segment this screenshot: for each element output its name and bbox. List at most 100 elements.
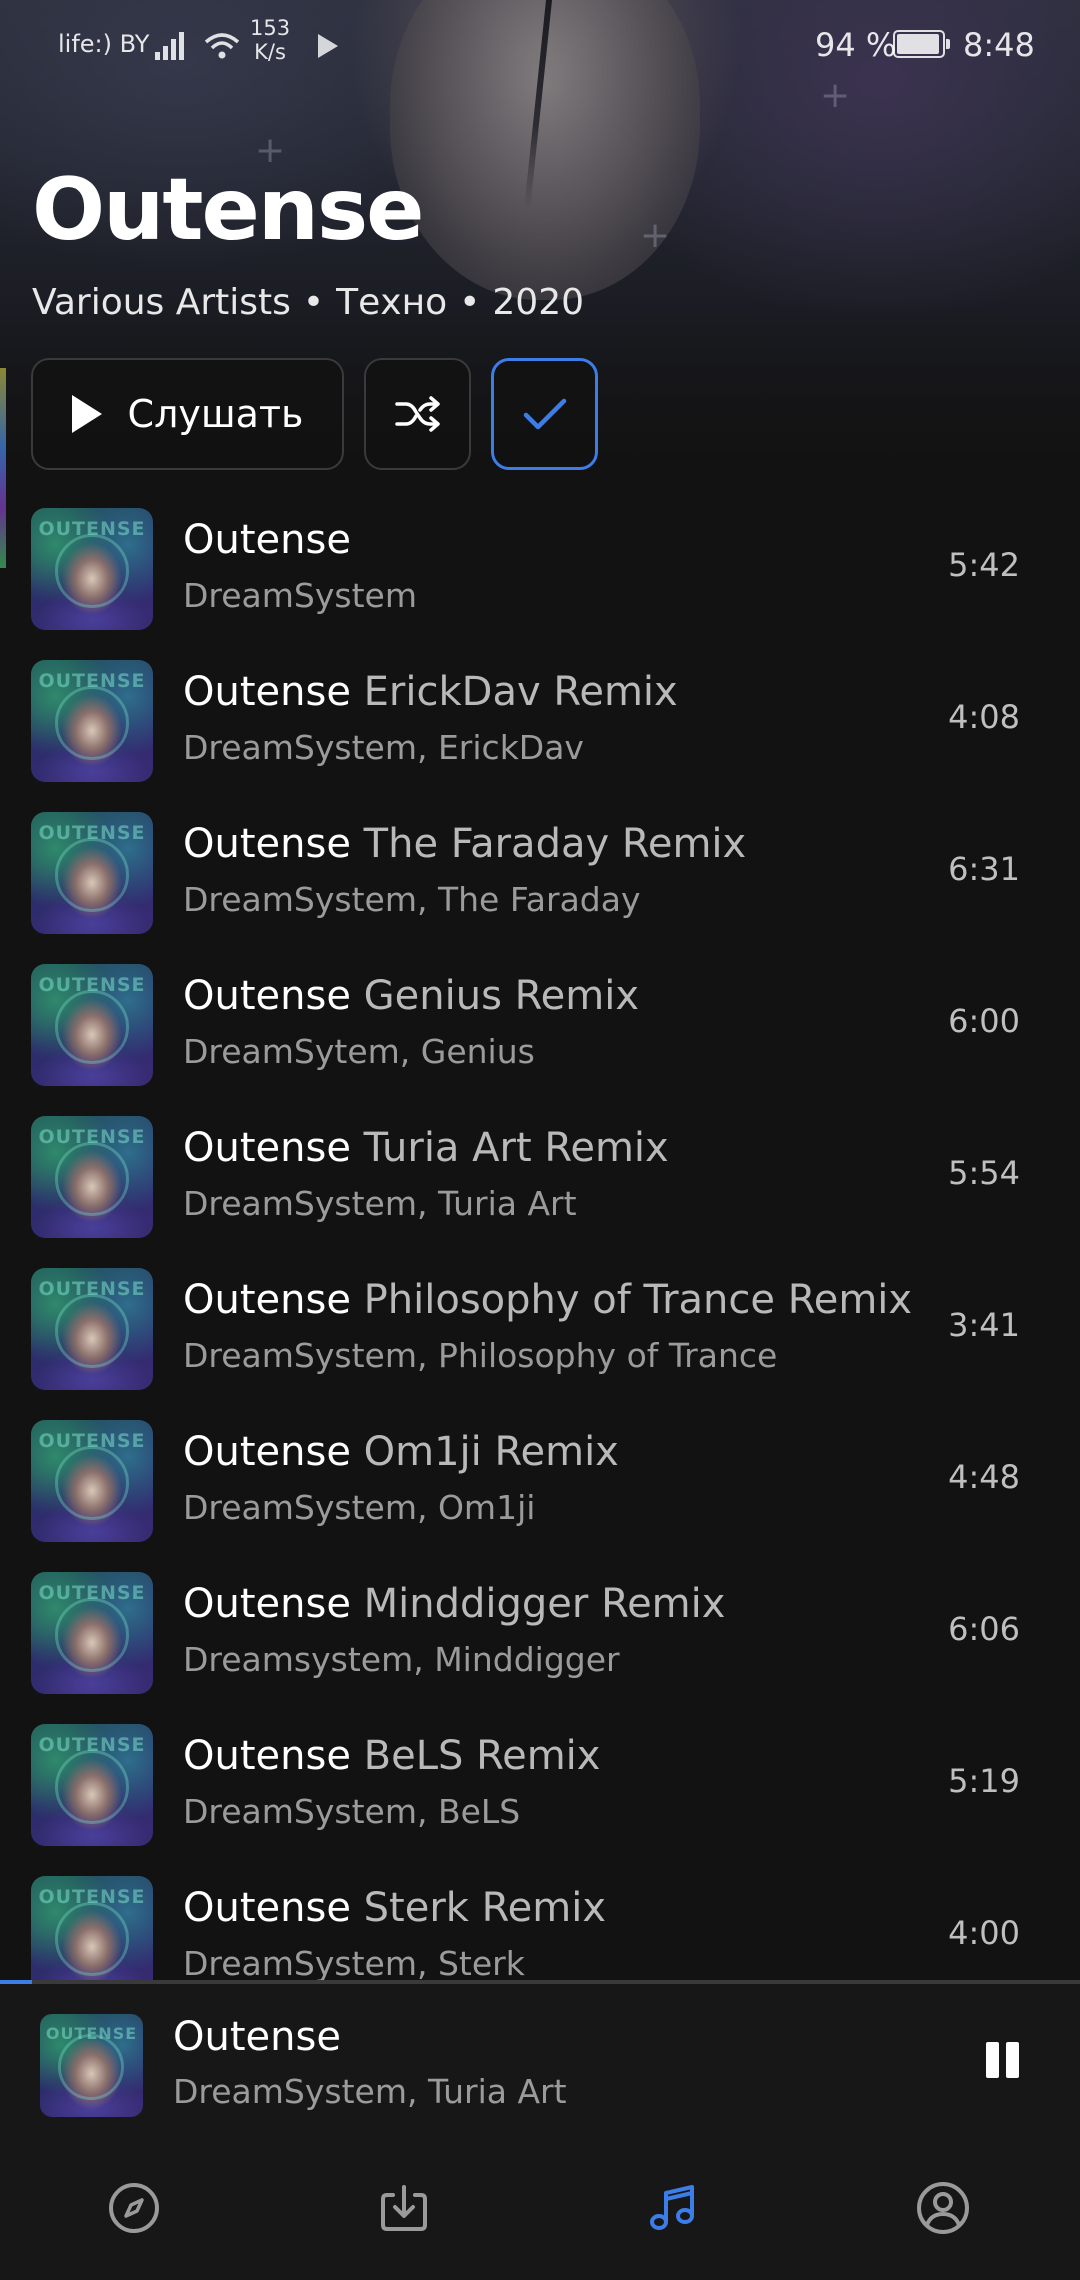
track-duration: 4:48: [948, 1458, 1020, 1496]
track-artist: DreamSytem, Genius: [183, 1032, 535, 1071]
track-artist: DreamSystem, Turia Art: [183, 1184, 577, 1223]
track-title: Outense Sterk Remix: [183, 1882, 606, 1934]
pause-button[interactable]: [978, 2034, 1028, 2090]
wifi-icon: [204, 33, 240, 59]
now-playing-artist: DreamSystem, Turia Art: [173, 2072, 567, 2111]
track-remix: Genius Remix: [363, 973, 639, 1019]
track-title: Outense Turia Art Remix: [183, 1122, 669, 1174]
nav-explore[interactable]: [84, 2158, 184, 2258]
track-row[interactable]: OUTENSE Outense Minddigger Remix Dreamsy…: [0, 1568, 1080, 1720]
track-remix: ErickDav Remix: [363, 669, 678, 715]
track-name: Outense: [183, 1581, 351, 1627]
track-list: OUTENSE Outense DreamSystem 5:42 OUTENSE…: [0, 500, 1080, 1983]
track-row[interactable]: OUTENSE Outense DreamSystem 5:42: [0, 504, 1080, 656]
track-remix: Sterk Remix: [363, 1885, 607, 1931]
track-remix: Turia Art Remix: [363, 1125, 669, 1171]
track-artist: DreamSystem, BeLS: [183, 1792, 521, 1831]
track-title: Outense BeLS Remix: [183, 1730, 600, 1782]
track-name: Outense: [183, 517, 351, 563]
track-remix: Om1ji Remix: [363, 1429, 619, 1475]
track-duration: 4:08: [948, 698, 1020, 736]
track-cover-art: OUTENSE: [31, 1724, 153, 1846]
album-artist[interactable]: Various Artists: [32, 282, 291, 323]
track-name: Outense: [183, 1277, 351, 1323]
nav-music[interactable]: [623, 2158, 723, 2258]
track-name: Outense: [183, 1733, 351, 1779]
track-remix: Minddigger Remix: [363, 1581, 726, 1627]
download-icon: [381, 2185, 427, 2231]
music-note-icon: [650, 2185, 694, 2230]
track-duration: 5:42: [948, 546, 1020, 584]
track-artist: DreamSystem, Philosophy of Trance: [183, 1336, 778, 1375]
track-remix: Philosophy of Trance Remix: [363, 1277, 913, 1323]
track-duration: 6:00: [948, 1002, 1020, 1040]
track-row[interactable]: OUTENSE Outense The Faraday Remix DreamS…: [0, 808, 1080, 960]
track-title: Outense ErickDav Remix: [183, 666, 678, 718]
track-duration: 5:19: [948, 1762, 1020, 1800]
now-playing-cover-art: OUTENSE: [40, 2014, 143, 2117]
track-row[interactable]: OUTENSE Outense Philosophy of Trance Rem…: [0, 1264, 1080, 1416]
shuffle-icon: [394, 396, 440, 432]
listen-button-label: Слушать: [127, 392, 304, 436]
track-row[interactable]: OUTENSE Outense Turia Art Remix DreamSys…: [0, 1112, 1080, 1264]
nav-profile[interactable]: [893, 2158, 993, 2258]
battery-icon: [893, 30, 950, 58]
mini-player[interactable]: OUTENSE Outense DreamSystem, Turia Art: [0, 1984, 1080, 2134]
track-cover-art: OUTENSE: [31, 508, 153, 630]
play-icon: [71, 395, 102, 433]
compass-icon: [109, 2183, 159, 2233]
track-artist: DreamSystem, ErickDav: [183, 728, 584, 767]
status-clock: 8:48: [963, 26, 1035, 64]
track-name: Outense: [183, 1125, 351, 1171]
artwork-sparkle: +: [640, 215, 671, 256]
track-cover-art: OUTENSE: [31, 660, 153, 782]
checkmark-icon: [523, 398, 566, 430]
listen-button[interactable]: Слушать: [31, 358, 344, 470]
track-cover-art: OUTENSE: [31, 1420, 153, 1542]
track-row[interactable]: OUTENSE Outense Sterk Remix DreamSystem,…: [0, 1872, 1080, 1983]
album-genre[interactable]: Техно: [336, 282, 447, 323]
track-name: Outense: [183, 669, 351, 715]
nav-downloads[interactable]: [354, 2158, 454, 2258]
shuffle-button[interactable]: [364, 358, 471, 470]
track-title: Outense Minddigger Remix: [183, 1578, 725, 1630]
track-name: Outense: [183, 973, 351, 1019]
meta-separator: •: [459, 282, 481, 323]
network-speed: 153 K/s: [250, 16, 290, 64]
track-artist: DreamSystem: [183, 576, 417, 615]
signal-icon: [155, 32, 184, 60]
carrier-label: life:) BY: [58, 30, 150, 58]
track-row[interactable]: OUTENSE Outense Genius Remix DreamSytem,…: [0, 960, 1080, 1112]
track-title: Outense Genius Remix: [183, 970, 639, 1022]
network-speed-unit: K/s: [254, 40, 286, 64]
track-duration: 3:41: [948, 1306, 1020, 1344]
track-cover-art: OUTENSE: [31, 812, 153, 934]
album-title: Outense: [32, 160, 425, 260]
track-name: Outense: [183, 1885, 351, 1931]
track-row[interactable]: OUTENSE Outense ErickDav Remix DreamSyst…: [0, 656, 1080, 808]
network-speed-value: 153: [250, 16, 291, 40]
track-artist: DreamSystem, Sterk: [183, 1944, 525, 1983]
track-cover-art: OUTENSE: [31, 1572, 153, 1694]
track-title: Outense: [183, 514, 351, 566]
album-meta: Various Artists • Техно • 2020: [32, 282, 584, 323]
status-bar: life:) BY 153 K/s 94 % 8:48: [0, 0, 1080, 92]
track-name: Outense: [183, 821, 351, 867]
track-remix: The Faraday Remix: [363, 821, 747, 867]
media-playing-icon: [318, 34, 338, 58]
track-row[interactable]: OUTENSE Outense Om1ji Remix DreamSystem,…: [0, 1416, 1080, 1568]
track-artist: DreamSystem, Om1ji: [183, 1488, 536, 1527]
track-cover-art: OUTENSE: [31, 964, 153, 1086]
track-artist: DreamSystem, The Faraday: [183, 880, 641, 919]
track-cover-art: OUTENSE: [31, 1268, 153, 1390]
pause-icon: [986, 2042, 999, 2078]
select-tracks-button[interactable]: [491, 358, 598, 470]
track-row[interactable]: OUTENSE Outense BeLS Remix DreamSystem, …: [0, 1720, 1080, 1872]
track-remix: BeLS Remix: [363, 1733, 601, 1779]
track-cover-art: OUTENSE: [31, 1116, 153, 1238]
track-name: Outense: [183, 1429, 351, 1475]
track-duration: 5:54: [948, 1154, 1020, 1192]
profile-icon: [917, 2182, 969, 2234]
track-title: Outense The Faraday Remix: [183, 818, 746, 870]
now-playing-title: Outense: [173, 2014, 341, 2060]
